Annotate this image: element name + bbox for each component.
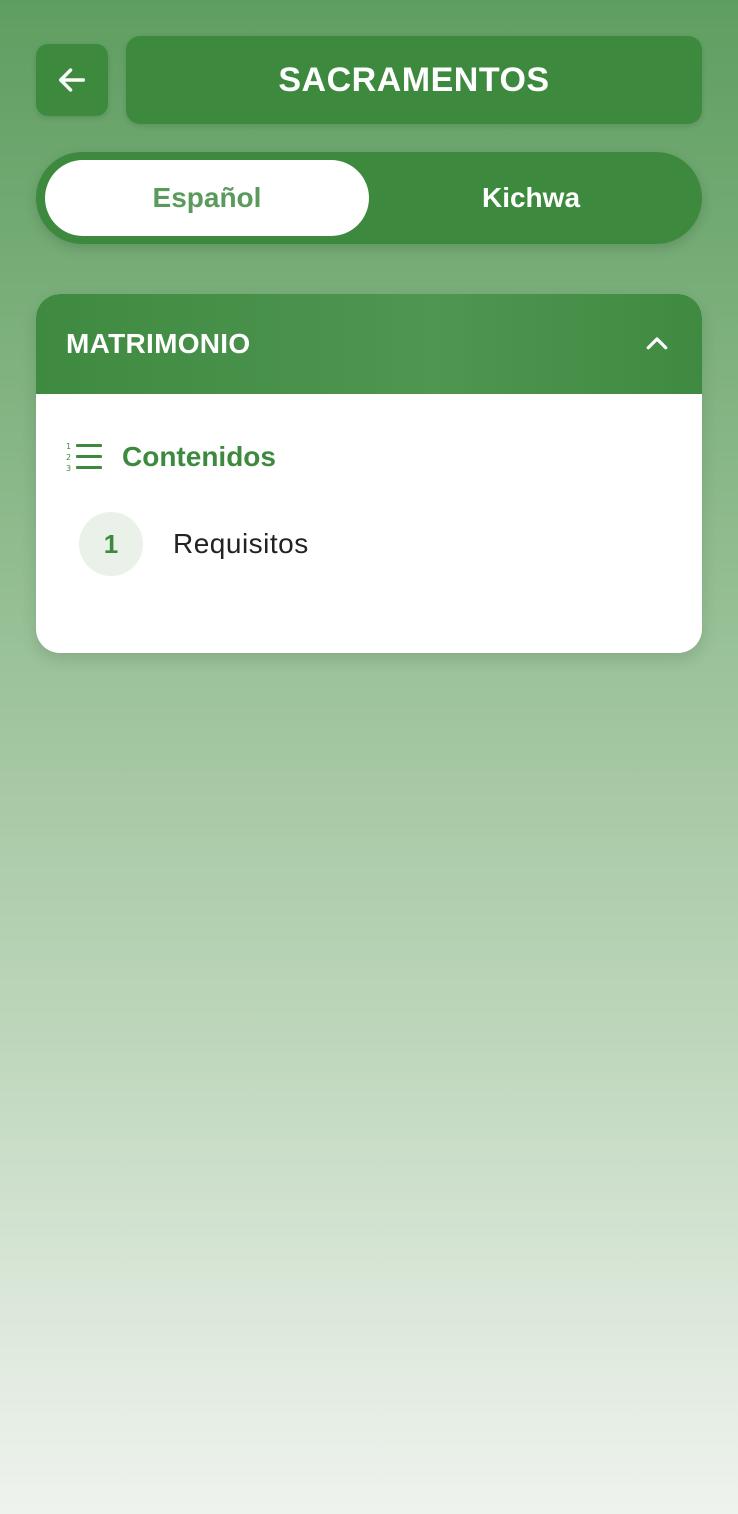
language-option-kichwa[interactable]: Kichwa bbox=[369, 160, 693, 236]
contents-heading: 1 2 3 Contenidos bbox=[66, 440, 702, 474]
top-header: SACRAMENTOS bbox=[36, 36, 702, 124]
contents-label: Contenidos bbox=[122, 441, 276, 472]
arrow-left-icon bbox=[58, 68, 86, 92]
content-item-requisitos[interactable]: 1 Requisitos bbox=[79, 512, 702, 576]
section-header[interactable]: MATRIMONIO bbox=[36, 294, 702, 394]
numbered-list-icon: 1 2 3 bbox=[66, 442, 102, 473]
svg-text:3: 3 bbox=[66, 464, 71, 473]
svg-text:1: 1 bbox=[66, 442, 71, 451]
title-bar: SACRAMENTOS bbox=[126, 36, 702, 124]
page-title: SACRAMENTOS bbox=[278, 60, 550, 99]
language-toggle: Español Kichwa bbox=[36, 152, 702, 244]
svg-text:2: 2 bbox=[66, 453, 71, 462]
item-label: Requisitos bbox=[173, 528, 309, 559]
chevron-up-icon[interactable] bbox=[642, 329, 672, 359]
item-number-badge: 1 bbox=[79, 512, 143, 576]
section-title: MATRIMONIO bbox=[66, 328, 251, 359]
back-button[interactable] bbox=[36, 44, 108, 116]
section-card: MATRIMONIO 1 2 3 Contenidos 1 Requisitos bbox=[36, 294, 702, 653]
language-option-espanol[interactable]: Español bbox=[45, 160, 369, 236]
